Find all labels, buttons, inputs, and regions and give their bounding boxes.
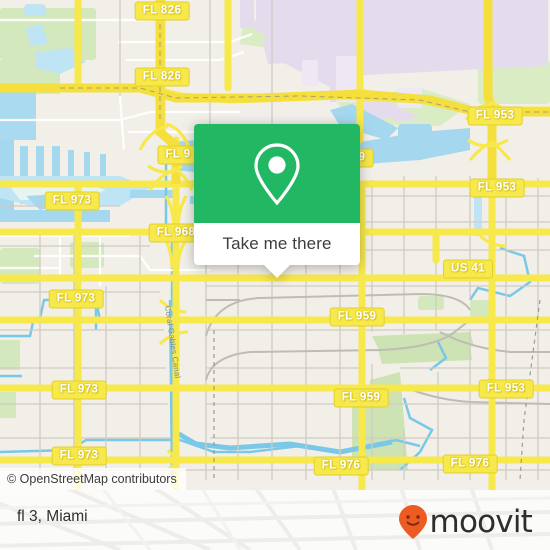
road-shield[interactable]: FL 826 bbox=[134, 1, 190, 21]
moovit-logo[interactable]: moovit bbox=[397, 503, 533, 540]
map-pin-icon bbox=[254, 142, 300, 205]
take-me-there-callout[interactable]: Take me there bbox=[194, 124, 360, 278]
moovit-map-share-screen: FL 826 FL 826 FL 953 FL 9 9 FL 973 FL 95… bbox=[0, 0, 550, 550]
footer-bar: fl 3, Miami moovit bbox=[0, 490, 550, 550]
road-shield[interactable]: FL 973 bbox=[51, 446, 107, 466]
callout-button[interactable]: Take me there bbox=[194, 223, 360, 278]
osm-attribution[interactable]: © OpenStreetMap contributors bbox=[0, 468, 186, 490]
road-shield[interactable]: FL 959 bbox=[329, 307, 385, 327]
moovit-pin-icon bbox=[398, 505, 427, 539]
road-shield[interactable]: FL 973 bbox=[48, 289, 104, 309]
road-shield[interactable]: FL 976 bbox=[442, 454, 498, 474]
road-shield[interactable]: FL 9 bbox=[157, 145, 199, 165]
road-shield[interactable]: FL 826 bbox=[134, 67, 190, 87]
road-shield[interactable]: FL 959 bbox=[333, 388, 389, 408]
road-shield[interactable]: US 41 bbox=[443, 259, 493, 279]
road-shield[interactable]: FL 976 bbox=[313, 456, 369, 476]
road-shield[interactable]: FL 953 bbox=[469, 178, 525, 198]
footer-address-text: fl 3, Miami bbox=[17, 508, 88, 525]
callout-pointer bbox=[263, 264, 291, 278]
road-shield[interactable]: FL 953 bbox=[467, 106, 523, 126]
callout-pin-area bbox=[194, 124, 360, 223]
road-shield[interactable]: FL 973 bbox=[51, 380, 107, 400]
road-shield[interactable]: FL 973 bbox=[44, 191, 100, 211]
road-shield[interactable]: FL 953 bbox=[478, 379, 534, 399]
moovit-wordmark: moovit bbox=[429, 503, 533, 540]
callout-button-label: Take me there bbox=[222, 234, 332, 253]
